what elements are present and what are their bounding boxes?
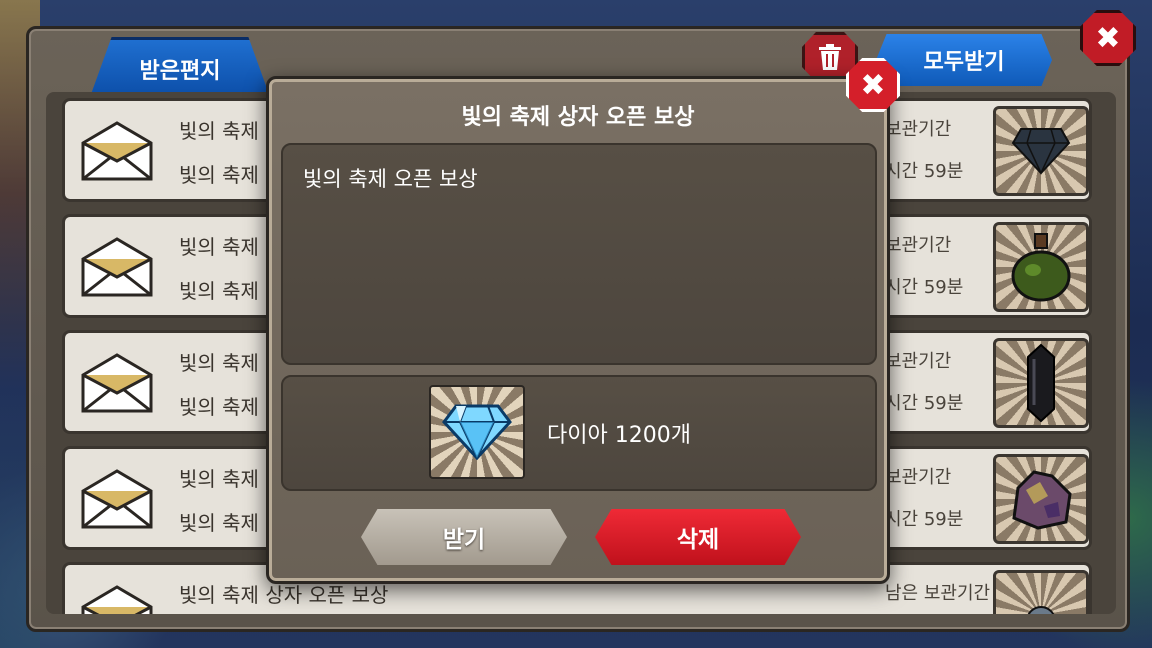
green-potion-icon — [1011, 233, 1071, 302]
mail-title: 빛의 축제 — [179, 351, 259, 375]
envelope-icon — [81, 469, 153, 529]
tab-received-label: 받은편지 — [139, 58, 221, 84]
mail-keep-label: 보관기간 — [885, 467, 952, 488]
mail-item-slot — [993, 454, 1089, 544]
creature-icon — [1027, 606, 1055, 614]
message-text: 빛의 축제 오픈 보상 — [303, 167, 478, 191]
close-mailbox-button[interactable]: ✖ — [1080, 10, 1136, 66]
receive-all-label: 모두받기 — [923, 50, 1005, 75]
mail-keep-label: 보관기간 — [885, 351, 952, 372]
mail-keep-time: 시간 59분 — [885, 277, 964, 298]
dark-gem-icon — [1011, 128, 1071, 175]
mail-keep-label: 보관기간 — [885, 119, 952, 140]
envelope-icon — [81, 585, 153, 614]
delete-label: 삭제 — [676, 527, 720, 553]
trash-icon — [819, 44, 841, 70]
ore-rock-icon — [1012, 470, 1072, 530]
mail-title: 빛의 축제 — [179, 235, 259, 259]
mail-keep-label: 보관기간 — [885, 235, 952, 256]
reward-dialog: 빛의 축제 상자 오픈 보상 빛의 축제 오픈 보상 다이아 1200개 받기 … — [266, 76, 890, 584]
receive-all-button[interactable]: 모두받기 — [876, 34, 1052, 86]
reward-box: 다이아 1200개 — [281, 375, 877, 491]
mail-keep-time: 시간 59분 — [885, 161, 964, 182]
mail-keep-time: 시간 59분 — [885, 393, 964, 414]
mail-item-slot — [993, 570, 1089, 614]
envelope-icon — [81, 353, 153, 413]
reward-label: 다이아 1200개 — [547, 423, 691, 448]
mail-keep-time: 시간 59분 — [885, 509, 964, 530]
mail-subtitle: 빛의 축제 — [179, 511, 259, 535]
delete-button[interactable]: 삭제 — [595, 509, 801, 565]
mail-item-slot — [993, 338, 1089, 428]
envelope-icon — [81, 237, 153, 297]
close-icon: ✖ — [1095, 20, 1121, 56]
mail-item-slot — [993, 222, 1089, 312]
mail-title: 빛의 축제 — [179, 119, 259, 143]
reward-item-slot — [429, 385, 525, 479]
tab-received-mail[interactable]: 받은편지 — [90, 37, 270, 97]
message-box: 빛의 축제 오픈 보상 — [281, 143, 877, 365]
receive-label: 받기 — [442, 527, 486, 553]
envelope-icon — [81, 121, 153, 181]
diamond-icon — [442, 404, 512, 460]
receive-button[interactable]: 받기 — [361, 509, 567, 565]
mail-subtitle: 빛의 축제 — [179, 395, 259, 419]
mail-title: 빛의 축제 — [179, 467, 259, 491]
mail-subtitle: 빛의 축제 — [179, 279, 259, 303]
mail-keep-label: 남은 보관기간 — [885, 583, 991, 604]
mail-subtitle: 빛의 축제 — [179, 163, 259, 187]
dialog-title: 빛의 축제 상자 오픈 보상 — [461, 105, 695, 130]
close-icon: ✖ — [860, 67, 886, 103]
mail-item-slot — [993, 106, 1089, 196]
black-crystal-icon — [1027, 343, 1055, 423]
